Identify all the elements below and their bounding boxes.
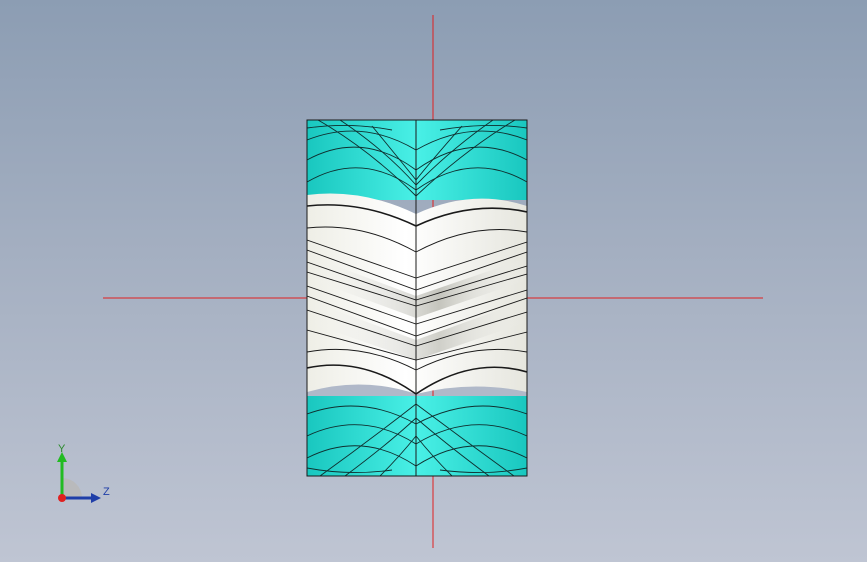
triad-z-label: Z	[103, 486, 110, 498]
triad-y-label: Y	[58, 443, 66, 455]
graphics-viewport[interactable]: Y Z	[0, 0, 867, 562]
gear-teeth-bottom	[307, 396, 527, 476]
gear-body-center	[307, 193, 527, 394]
model-canvas[interactable]	[0, 0, 867, 562]
gear-model[interactable]	[307, 120, 527, 476]
triad-icon	[57, 452, 101, 503]
coordinate-triad: Y Z	[40, 440, 120, 520]
